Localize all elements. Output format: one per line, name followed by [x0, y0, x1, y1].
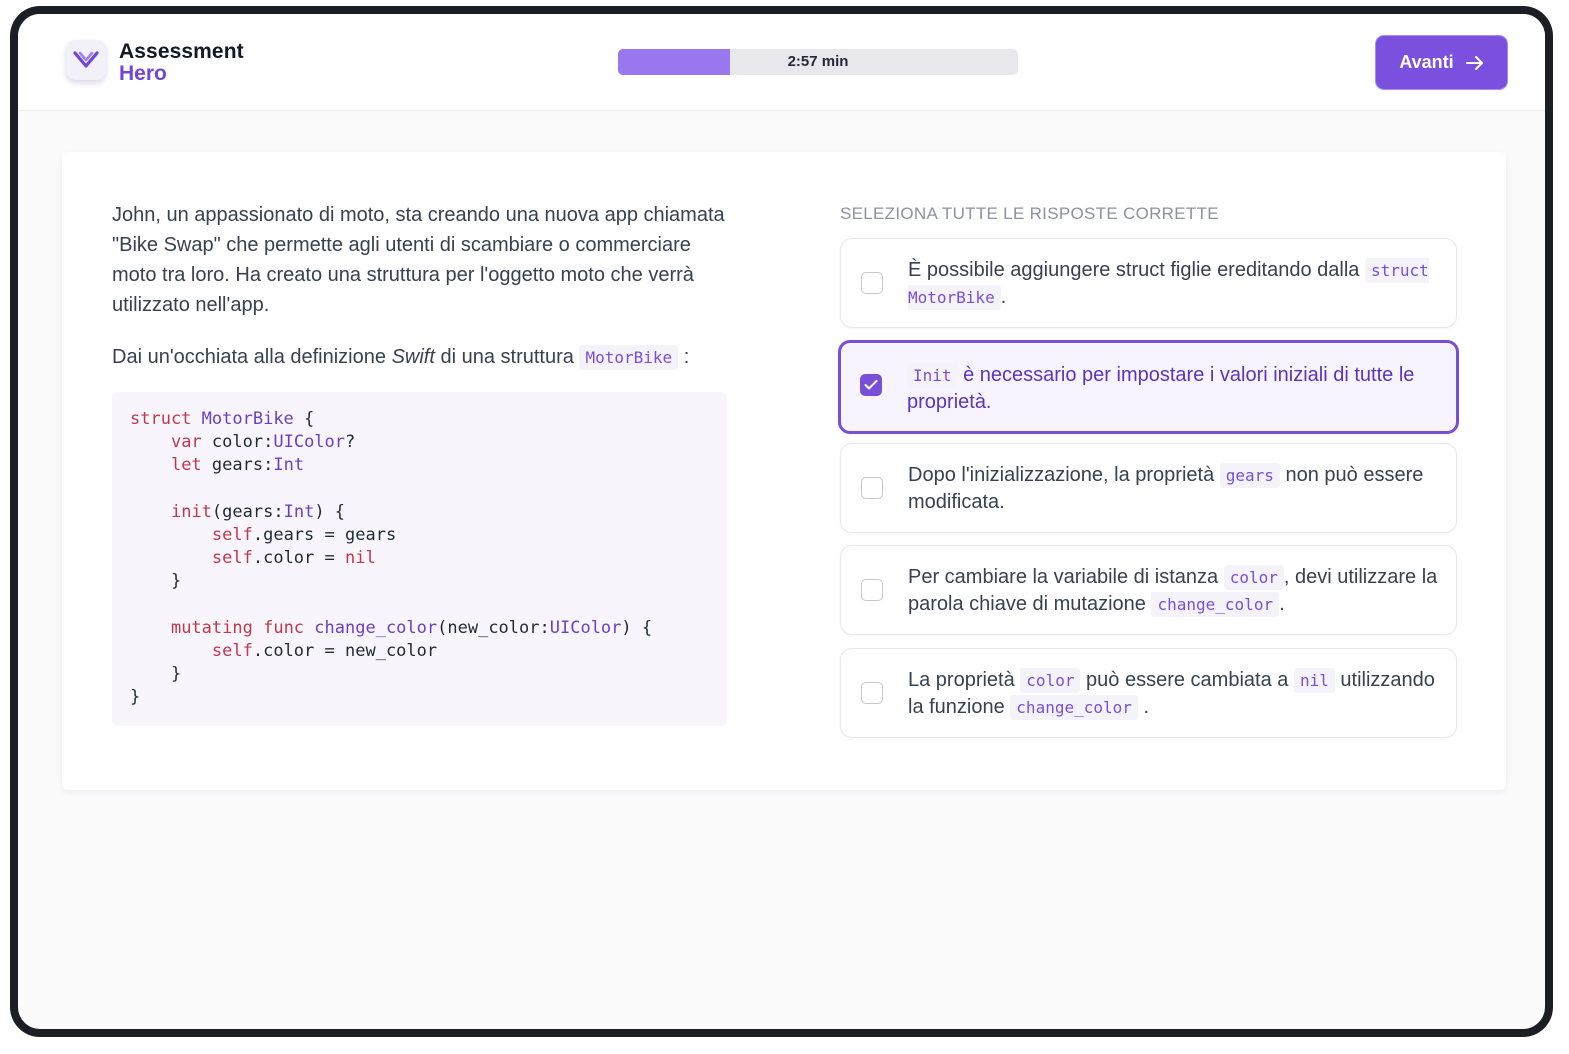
- inline-code: gears: [1219, 463, 1280, 488]
- code-line: self.color = nil: [211, 548, 376, 569]
- logo: [66, 40, 106, 80]
- answer-text-segment: può essere cambiata a: [1080, 669, 1294, 691]
- checkmark-icon: [864, 380, 878, 390]
- answer-option-4[interactable]: Per cambiare la variabile di istanza col…: [840, 545, 1457, 635]
- inline-code: change_color: [1010, 695, 1138, 720]
- code-line: }: [130, 687, 141, 708]
- question-intro: John, un appassionato di moto, sta crean…: [112, 204, 725, 316]
- answer-text-segment: Dopo l'inizializzazione, la proprietà: [908, 464, 1220, 486]
- answer-text-segment: Per cambiare la variabile di istanza: [908, 566, 1224, 588]
- chevron-heart-icon: [73, 51, 99, 68]
- inline-code: Init: [907, 363, 958, 388]
- inline-code: MotorBike: [579, 345, 679, 370]
- answer-text: Per cambiare la variabile di istanza col…: [908, 564, 1438, 618]
- code-line: }: [130, 664, 182, 685]
- prompt-emphasis: Swift: [391, 346, 435, 368]
- checkbox[interactable]: [861, 579, 883, 601]
- prompt-text: di una struttura: [434, 346, 580, 368]
- code-line: var color:UIColor?: [170, 432, 356, 453]
- arrow-right-icon: [1465, 55, 1483, 70]
- next-button[interactable]: Avanti: [1376, 36, 1507, 89]
- code-line: mutating func change_color(new_color:UIC…: [170, 617, 653, 638]
- timer-text: 2:57 min: [787, 53, 849, 70]
- inline-code: color: [1020, 668, 1081, 693]
- prompt-text: Dai un'occhiata alla definizione: [112, 346, 392, 368]
- code-line: self.color = new_color: [211, 641, 438, 662]
- answer-text-segment: .: [1279, 593, 1285, 615]
- answer-text: È possibile aggiungere struct figlie ere…: [908, 257, 1438, 311]
- answer-text-segment: È possibile aggiungere struct figlie ere…: [908, 259, 1365, 281]
- inline-code: color: [1223, 565, 1284, 590]
- answer-text-segment: La proprietà: [908, 669, 1021, 691]
- answer-option-1[interactable]: È possibile aggiungere struct figlie ere…: [840, 238, 1457, 328]
- answer-text: Dopo l'inizializzazione, la proprietà ge…: [908, 462, 1438, 515]
- checkbox-checked[interactable]: [860, 374, 882, 396]
- question-prompt: Dai un'occhiata alla definizione Swift d…: [112, 342, 752, 373]
- answer-text: Init è necessario per impostare i valori…: [907, 362, 1437, 415]
- brand-name-line1: Assessment: [119, 40, 244, 63]
- code-line: }: [130, 571, 182, 592]
- answer-text-segment: .: [1000, 286, 1007, 308]
- checkbox[interactable]: [861, 477, 883, 499]
- device-frame: Assessment Hero 2:57 min Avanti John, un…: [10, 6, 1553, 1037]
- brand-name-line2: Hero: [119, 62, 167, 85]
- checkbox[interactable]: [861, 682, 883, 704]
- answer-instruction: SELEZIONA TUTTE LE RISPOSTE CORRETTE: [840, 204, 1219, 223]
- app-screen: Assessment Hero 2:57 min Avanti John, un…: [18, 14, 1545, 1029]
- answer-option-2[interactable]: Init è necessario per impostare i valori…: [838, 340, 1459, 434]
- answer-text-segment: .: [1137, 696, 1150, 718]
- checkbox[interactable]: [861, 272, 883, 294]
- answer-text: La proprietà color può essere cambiata a…: [908, 667, 1438, 721]
- inline-code: change_color: [1151, 592, 1280, 617]
- code-block: struct MotorBike { var color:UIColor? le…: [112, 392, 727, 726]
- timer-progress-bar: 2:57 min: [618, 49, 1018, 75]
- code-line: let gears:Int: [170, 455, 305, 476]
- code-line: self.gears = gears: [211, 525, 397, 546]
- code-listing: struct MotorBike { var color:UIColor? le…: [130, 408, 652, 710]
- prompt-text: :: [678, 346, 690, 368]
- top-bar: Assessment Hero 2:57 min Avanti: [18, 14, 1545, 111]
- answer-option-5[interactable]: La proprietà color può essere cambiata a…: [840, 648, 1457, 738]
- inline-code: nil: [1293, 668, 1335, 693]
- question-card: John, un appassionato di moto, sta crean…: [62, 152, 1506, 790]
- answer-option-3[interactable]: Dopo l'inizializzazione, la proprietà ge…: [840, 443, 1457, 533]
- code-line: init(gears:Int) {: [170, 501, 346, 522]
- code-line: struct MotorBike {: [130, 409, 315, 429]
- answer-text-segment: è necessario per impostare i valori iniz…: [907, 364, 1415, 413]
- next-button-label: Avanti: [1399, 52, 1454, 72]
